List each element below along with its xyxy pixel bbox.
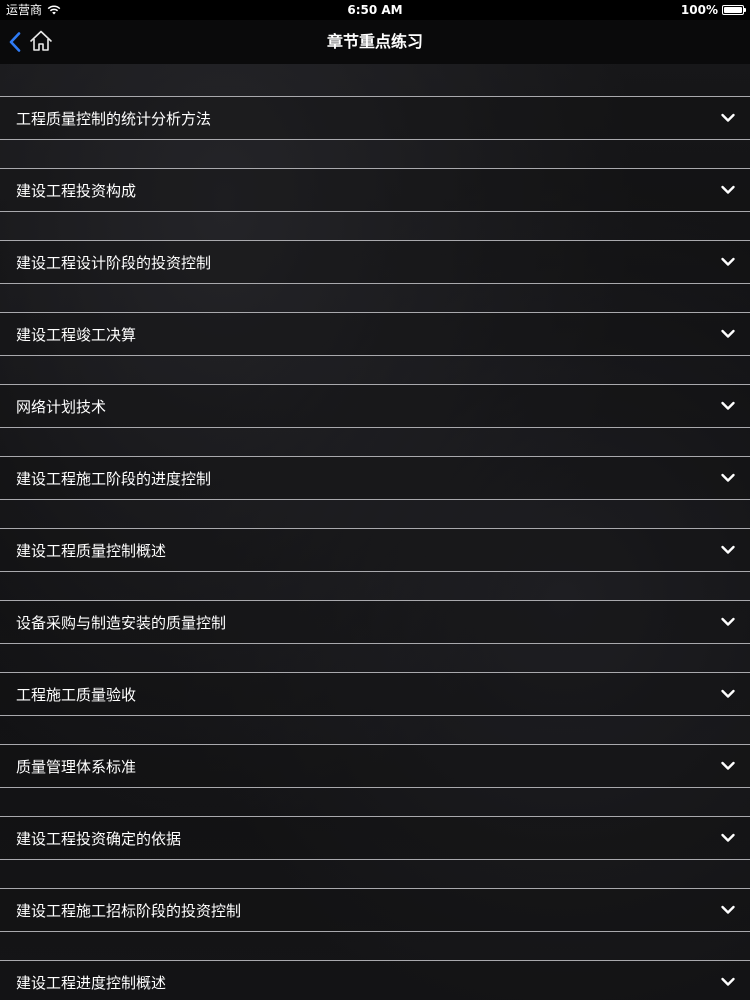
chevron-down-icon <box>721 185 735 194</box>
chapter-row-5[interactable]: 网络计划技术 <box>0 384 750 428</box>
chapter-label: 质量管理体系标准 <box>16 757 137 776</box>
battery-percent: 100% <box>680 3 718 17</box>
battery-icon <box>722 5 746 15</box>
app-screen: 运营商 6:50 AM 100% 章节重点练习 工程质量控制的统计分析方法 建设… <box>0 0 750 1000</box>
chapter-label: 建设工程设计阶段的投资控制 <box>16 253 212 272</box>
chapter-label: 工程质量控制的统计分析方法 <box>16 109 212 128</box>
chevron-down-icon <box>721 329 735 338</box>
chevron-down-icon <box>721 113 735 122</box>
chevron-down-icon <box>721 617 735 626</box>
chapter-row-13[interactable]: 建设工程进度控制概述 <box>0 960 750 1000</box>
chapter-label: 建设工程进度控制概述 <box>16 973 167 992</box>
chapter-label: 建设工程投资构成 <box>16 181 137 200</box>
chevron-down-icon <box>721 761 735 770</box>
chapter-row-12[interactable]: 建设工程施工招标阶段的投资控制 <box>0 888 750 932</box>
chapter-label: 建设工程投资确定的依据 <box>16 829 182 848</box>
chapter-list: 工程质量控制的统计分析方法 建设工程投资构成 建设工程设计阶段的投资控制 建设工… <box>0 96 750 1000</box>
chapter-label: 建设工程施工招标阶段的投资控制 <box>16 901 242 920</box>
chapter-label: 工程施工质量验收 <box>16 685 137 704</box>
status-bar: 运营商 6:50 AM 100% <box>0 0 750 20</box>
status-time: 6:50 AM <box>347 3 403 17</box>
chevron-down-icon <box>721 401 735 410</box>
nav-bar: 章节重点练习 <box>0 20 750 64</box>
battery-fill <box>724 7 742 13</box>
chevron-down-icon <box>721 833 735 842</box>
chevron-down-icon <box>721 545 735 554</box>
chapter-label: 网络计划技术 <box>16 397 107 416</box>
chevron-down-icon <box>721 977 735 986</box>
chapter-row-3[interactable]: 建设工程设计阶段的投资控制 <box>0 240 750 284</box>
chapter-row-7[interactable]: 建设工程质量控制概述 <box>0 528 750 572</box>
chevron-down-icon <box>721 689 735 698</box>
chapter-row-9[interactable]: 工程施工质量验收 <box>0 672 750 716</box>
chapter-label: 建设工程质量控制概述 <box>16 541 167 560</box>
chevron-down-icon <box>721 473 735 482</box>
chevron-down-icon <box>721 905 735 914</box>
chapter-label: 建设工程竣工决算 <box>16 325 137 344</box>
chapter-label: 设备采购与制造安装的质量控制 <box>16 613 227 632</box>
chevron-down-icon <box>721 257 735 266</box>
chapter-row-4[interactable]: 建设工程竣工决算 <box>0 312 750 356</box>
chapter-row-8[interactable]: 设备采购与制造安装的质量控制 <box>0 600 750 644</box>
page-title: 章节重点练习 <box>326 32 423 51</box>
chapter-row-2[interactable]: 建设工程投资构成 <box>0 168 750 212</box>
chapter-row-6[interactable]: 建设工程施工阶段的进度控制 <box>0 456 750 500</box>
chapter-row-10[interactable]: 质量管理体系标准 <box>0 744 750 788</box>
chapter-row-1[interactable]: 工程质量控制的统计分析方法 <box>0 96 750 140</box>
chapter-row-11[interactable]: 建设工程投资确定的依据 <box>0 816 750 860</box>
status-right: 100% <box>680 0 746 20</box>
chapter-label: 建设工程施工阶段的进度控制 <box>16 469 212 488</box>
